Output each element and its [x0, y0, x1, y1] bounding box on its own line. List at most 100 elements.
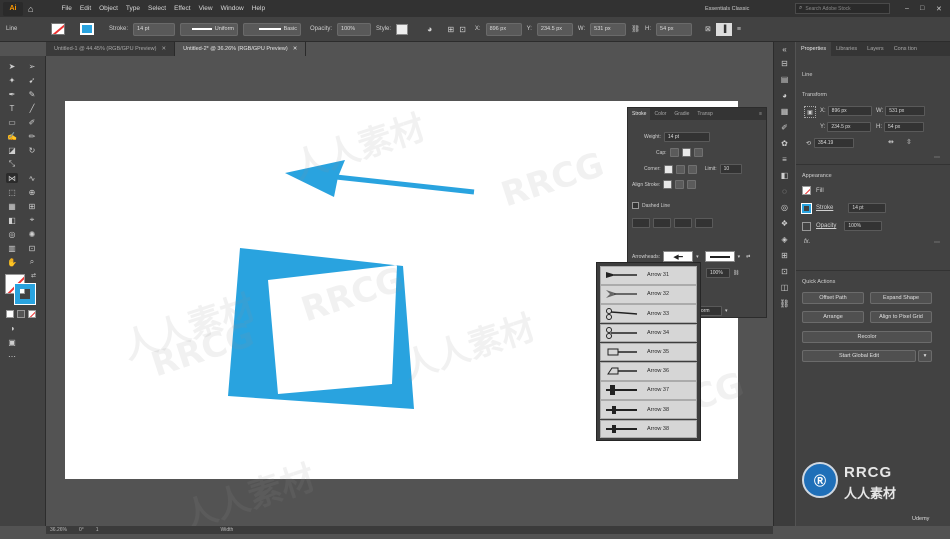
artboards-icon[interactable]: ⊞	[779, 250, 790, 261]
x-row: X: 896 px	[820, 106, 872, 116]
properties-icon[interactable]: ⊟	[779, 58, 790, 69]
bevel-join-icon[interactable]	[687, 164, 697, 174]
dash-field[interactable]	[632, 218, 650, 228]
link-scale-icon[interactable]: ⛓	[733, 270, 739, 276]
zoom-field[interactable]: 36.26%	[50, 527, 67, 533]
miter-join-icon[interactable]	[663, 164, 673, 174]
opacity-label[interactable]: Opacity	[816, 223, 836, 229]
tab-cons-tion[interactable]: Cons tion	[889, 42, 922, 56]
align-center-icon[interactable]	[663, 180, 673, 189]
gap-field[interactable]	[695, 218, 713, 228]
arrowhead-option[interactable]: Arrow 32	[600, 285, 697, 304]
tab-color[interactable]: Color	[650, 108, 670, 120]
arrowhead-option[interactable]: Arrow 33	[600, 304, 697, 323]
arrowhead-option[interactable]: Arrow 34	[600, 323, 697, 343]
chevron-down-icon[interactable]: ▾	[696, 254, 699, 260]
arrowhead-option[interactable]: Arrow 35	[600, 342, 697, 362]
stroke-icon[interactable]: ≡	[779, 154, 790, 165]
stroke-weight-field[interactable]: 14 pt	[848, 203, 887, 213]
libraries-icon[interactable]: ▤	[779, 74, 790, 85]
fill-swatch[interactable]	[802, 186, 811, 195]
flip-vertical-icon[interactable]: ⇳	[906, 138, 912, 146]
stroke-label[interactable]: Stroke	[816, 205, 833, 211]
blue-frame-shape[interactable]	[228, 248, 414, 409]
global-edit-options-button[interactable]: ▾	[918, 350, 932, 362]
arrowhead-option[interactable]: Arrow 38	[600, 400, 697, 419]
pathfinder-icon[interactable]: ◫	[779, 282, 790, 293]
w-field[interactable]: 531 px	[885, 106, 926, 116]
tab-transparency[interactable]: Transp	[693, 108, 716, 120]
flip-horizontal-icon[interactable]: ⇹	[888, 138, 894, 146]
appearance-icon[interactable]: ◎	[779, 202, 790, 213]
swatches-icon[interactable]: ▦	[779, 106, 790, 117]
align-inside-icon[interactable]	[675, 180, 685, 189]
arrowhead-option[interactable]: Arrow 36	[600, 361, 697, 381]
align-icon[interactable]: ⊡	[779, 266, 790, 277]
fx-button[interactable]: fx.	[804, 239, 810, 245]
layers-icon[interactable]: ◈	[779, 234, 790, 245]
start-arrowhead-select[interactable]: ◀━	[663, 251, 694, 262]
round-cap-icon[interactable]	[681, 148, 691, 157]
tab-gradient[interactable]: Gradie	[670, 108, 693, 120]
butt-cap-icon[interactable]	[669, 148, 679, 157]
transparency-icon[interactable]: ◌	[779, 186, 790, 197]
cap-row: Cap:	[656, 148, 703, 157]
expand-shape-button[interactable]: Expand Shape	[870, 292, 932, 304]
graphic-styles-icon[interactable]: ❖	[779, 218, 790, 229]
arrow-line[interactable]	[285, 160, 475, 197]
offset-path-button[interactable]: Offset Path	[802, 292, 864, 304]
panel-menu-icon[interactable]: ≡	[755, 108, 766, 120]
arrowhead-option[interactable]: Arrow 38	[600, 419, 697, 439]
end-arrowhead-select[interactable]	[704, 251, 735, 262]
artboard-nav[interactable]: 1	[96, 527, 99, 533]
rotation-field[interactable]: 0°	[79, 527, 84, 533]
brushes-icon[interactable]: ✐	[779, 122, 790, 133]
x-label: X:	[820, 108, 826, 114]
collapse-icon[interactable]: «	[779, 44, 790, 55]
limit-value: 10	[723, 166, 730, 172]
links-icon[interactable]: ⛓	[779, 298, 790, 309]
scale-field[interactable]: 100%	[706, 268, 730, 278]
tab-properties[interactable]: Properties	[796, 42, 832, 56]
projecting-cap-icon[interactable]	[693, 148, 703, 157]
more-options-icon[interactable]: ⋯	[934, 239, 940, 246]
stroke-row: Stroke 14 pt	[801, 202, 887, 214]
current-tool-display[interactable]: Width	[221, 527, 234, 533]
weight-field[interactable]: 14 pt	[663, 132, 710, 142]
y-field[interactable]: 234.5 px	[827, 122, 872, 132]
arrowhead-dropdown: Arrow 31 Arrow 32 Arrow 33 Arrow 34 Arro…	[596, 262, 701, 441]
reference-point-icon[interactable]: ▣	[804, 106, 816, 118]
rotate-field[interactable]: 354.19	[814, 138, 855, 148]
h-field[interactable]: 54 px	[884, 122, 924, 132]
dashed-line-checkbox[interactable]	[632, 202, 639, 209]
opacity-field[interactable]: 100%	[844, 221, 883, 231]
x-field[interactable]: 896 px	[827, 106, 872, 116]
tab-stroke[interactable]: Stroke	[628, 108, 651, 120]
stroke-swatch[interactable]	[801, 202, 812, 214]
symbols-icon[interactable]: ✿	[779, 138, 790, 149]
chevron-down-icon[interactable]: ▾	[738, 254, 741, 260]
swap-arrowheads-icon[interactable]: ⇄	[746, 254, 750, 260]
align-pixel-grid-button[interactable]: Align to Pixel Grid	[870, 311, 932, 323]
recolor-button[interactable]: Recolor	[802, 331, 932, 343]
limit-label: Limit:	[704, 166, 717, 172]
tab-libraries[interactable]: Libraries	[831, 42, 862, 56]
dash-field[interactable]	[674, 218, 692, 228]
y-label: Y:	[820, 124, 826, 130]
round-join-icon[interactable]	[675, 164, 685, 174]
arrowhead-option[interactable]: Arrow 37	[600, 381, 697, 400]
color-icon[interactable]: ◕	[779, 90, 790, 101]
fill-row: Fill	[802, 186, 824, 195]
start-global-edit-button[interactable]: Start Global Edit	[802, 350, 916, 362]
limit-field[interactable]: 10	[719, 164, 742, 174]
arrowhead-option[interactable]: Arrow 31	[600, 266, 697, 285]
tab-layers[interactable]: Layers	[862, 42, 889, 56]
h-row: H: 54 px	[876, 122, 924, 132]
gradient-icon[interactable]: ◧	[779, 170, 790, 181]
align-outside-icon[interactable]	[687, 180, 697, 189]
y-value: 234.5 px	[831, 124, 851, 130]
gap-field[interactable]	[653, 218, 671, 228]
chevron-down-icon[interactable]: ▾	[725, 308, 728, 314]
more-options-icon[interactable]: ⋯	[934, 154, 940, 161]
arrange-button[interactable]: Arrange	[802, 311, 864, 323]
